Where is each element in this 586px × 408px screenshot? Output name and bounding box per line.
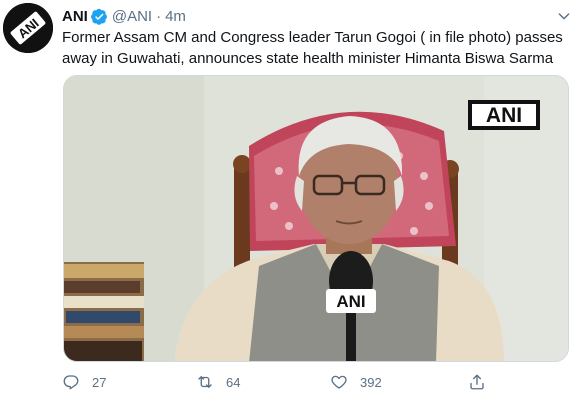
like-count: 392 bbox=[360, 374, 382, 390]
retweet-icon bbox=[198, 376, 212, 388]
reply-icon bbox=[63, 375, 79, 390]
like-button[interactable]: 392 bbox=[330, 372, 382, 392]
tweet-header: ANI @ANI · 4m bbox=[62, 5, 186, 27]
reply-count: 27 bbox=[92, 374, 107, 390]
separator-dot: · bbox=[156, 7, 162, 25]
share-button[interactable] bbox=[468, 372, 486, 392]
retweet-count: 64 bbox=[226, 374, 241, 390]
timestamp[interactable]: 4m bbox=[165, 8, 186, 25]
verified-badge-icon bbox=[90, 8, 108, 25]
author-name[interactable]: ANI bbox=[62, 8, 88, 25]
author-handle[interactable]: @ANI bbox=[112, 8, 152, 25]
reply-button[interactable]: 27 bbox=[62, 372, 106, 392]
tweet-media-photo[interactable]: ANI ANI bbox=[63, 75, 569, 362]
avatar[interactable]: ANI bbox=[3, 3, 53, 53]
media-watermark: ANI bbox=[486, 104, 522, 127]
share-icon bbox=[470, 374, 484, 390]
ani-logo-icon: ANI bbox=[3, 3, 53, 53]
tweet-actions: 27 64 392 bbox=[62, 372, 502, 392]
tweet-text: Former Assam CM and Congress leader Taru… bbox=[62, 29, 563, 67]
chevron-down-icon[interactable] bbox=[556, 8, 572, 24]
tweet-card[interactable]: ANI ANI @ANI · 4m Former Assam CM and Co… bbox=[0, 0, 586, 408]
mic-label: ANI bbox=[336, 292, 365, 311]
retweet-button[interactable]: 64 bbox=[196, 372, 240, 392]
heart-icon bbox=[331, 375, 347, 389]
